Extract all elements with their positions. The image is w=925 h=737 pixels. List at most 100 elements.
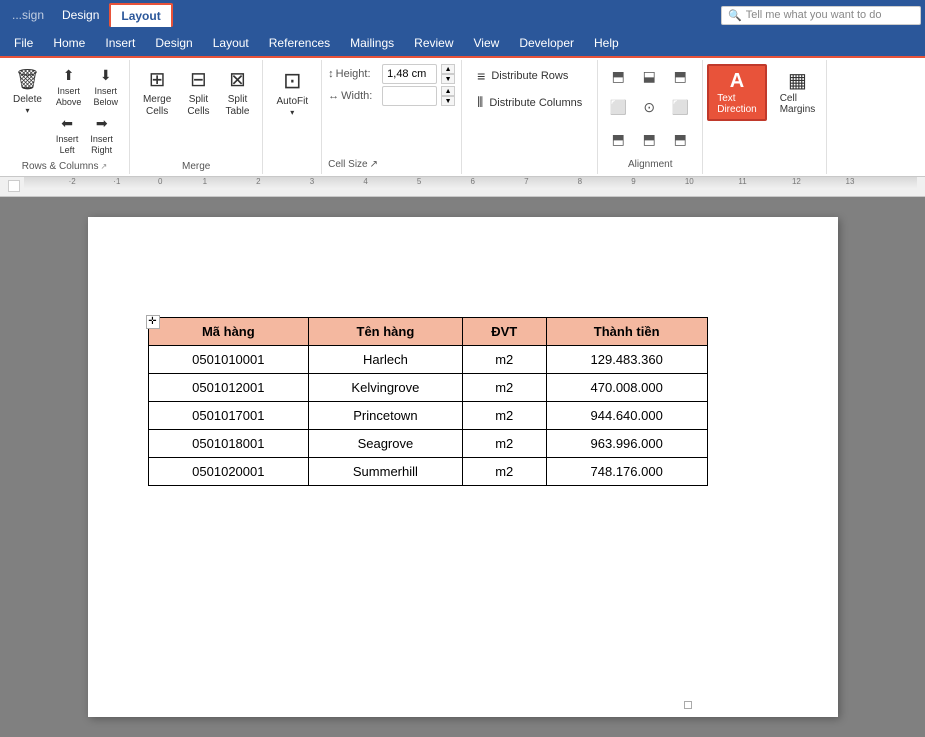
height-label: ↕ Height: <box>328 68 378 80</box>
table-cell: 0501012001 <box>148 373 309 401</box>
text-direction-group: A TextDirection ▦ CellMargins <box>703 60 827 174</box>
height-down-button[interactable]: ▼ <box>441 74 455 84</box>
table-cell: 470.008.000 <box>546 373 707 401</box>
insert-cols-group: ⬆ InsertAbove ⬇ InsertBelow ⬅ InsertLeft… <box>51 64 123 159</box>
height-up-button[interactable]: ▲ <box>441 64 455 74</box>
split-cells-button[interactable]: ⊟ SplitCells <box>180 64 216 122</box>
search-box[interactable]: 🔍 Tell me what you want to do <box>721 6 921 25</box>
tab-design-ctx[interactable]: Design <box>52 4 109 26</box>
distribute-rows-button[interactable]: ≡ Distribute Rows <box>470 64 589 88</box>
table-cell: Seagrove <box>309 429 462 457</box>
width-spinner[interactable]: ▲ ▼ <box>441 86 455 106</box>
align-bottom-left-button[interactable]: ⬒ <box>604 128 632 152</box>
menu-tab-design[interactable]: Design <box>145 32 202 54</box>
width-down-button[interactable]: ▼ <box>441 96 455 106</box>
insert-below-icon: ⬇ <box>100 67 112 84</box>
cell-size-expand-icon[interactable]: ↗ <box>370 159 378 170</box>
insert-right-icon: ➡ <box>96 115 108 132</box>
cell-margins-section: ▦ CellMargins <box>769 64 823 119</box>
align-top-left-button[interactable]: ⬒ <box>604 64 632 88</box>
merge-cells-button[interactable]: ⊞ MergeCells <box>136 64 178 122</box>
document-area: ✛ Mã hàng Tên hàng ĐVT Thành tiền 050101… <box>0 197 925 737</box>
text-direction-icon: A <box>730 70 744 93</box>
height-input[interactable] <box>382 64 437 84</box>
autofit-icon: ⊡ <box>283 68 301 94</box>
cell-margins-button[interactable]: ▦ CellMargins <box>773 64 823 119</box>
menu-tab-references[interactable]: References <box>259 32 340 54</box>
menu-tab-bar: File Home Insert Design Layout Reference… <box>0 30 925 58</box>
menu-tab-view[interactable]: View <box>464 32 510 54</box>
align-top-right-button[interactable]: ⬒ <box>666 64 694 88</box>
align-middle-center-button[interactable]: ⊙ <box>635 96 663 120</box>
insert-below-button[interactable]: ⬇ InsertBelow <box>88 64 123 110</box>
ruler: ·2 ·1 0 1 2 3 4 5 6 7 8 9 10 11 12 13 <box>0 177 925 197</box>
menu-tab-insert[interactable]: Insert <box>95 32 145 54</box>
table-move-handle[interactable]: ✛ <box>146 315 160 329</box>
menu-tab-help[interactable]: Help <box>584 32 629 54</box>
table-cell: Princetown <box>309 401 462 429</box>
table-cell: Harlech <box>309 345 462 373</box>
col-header-0: Mã hàng <box>148 317 309 345</box>
delete-button[interactable]: 🗑 Delete ▾ <box>6 64 49 119</box>
col-header-3: Thành tiền <box>546 317 707 345</box>
table-cell: Summerhill <box>309 457 462 485</box>
align-bottom-center-button[interactable]: ⬒ <box>635 128 663 152</box>
col-header-2: ĐVT <box>462 317 546 345</box>
table-header-row: Mã hàng Tên hàng ĐVT Thành tiền <box>148 317 707 345</box>
width-icon: ↔ <box>328 90 339 102</box>
document-page: ✛ Mã hàng Tên hàng ĐVT Thành tiền 050101… <box>88 217 838 717</box>
height-icon: ↕ <box>328 68 334 80</box>
distribute-rows-icon: ≡ <box>477 68 485 84</box>
merge-group: ⊞ MergeCells ⊟ SplitCells ⊠ SplitTable M… <box>130 60 264 174</box>
menu-tab-file[interactable]: File <box>4 32 43 54</box>
table-cell: 0501017001 <box>148 401 309 429</box>
width-up-button[interactable]: ▲ <box>441 86 455 96</box>
insert-left-button[interactable]: ⬅ InsertLeft <box>51 112 84 158</box>
col-header-1: Tên hàng <box>309 317 462 345</box>
text-direction-button[interactable]: A TextDirection <box>707 64 766 121</box>
table-row: 0501010001Harlechm2129.483.360 <box>148 345 707 373</box>
table-cell: m2 <box>462 457 546 485</box>
table-cell: m2 <box>462 401 546 429</box>
table-resize-handle[interactable] <box>684 701 692 709</box>
table-cell: Kelvingrove <box>309 373 462 401</box>
menu-tab-developer[interactable]: Developer <box>509 32 584 54</box>
insert-right-button[interactable]: ➡ InsertRight <box>85 112 118 158</box>
rows-cols-expand-icon[interactable]: ↗ <box>100 162 107 171</box>
merge-buttons: ⊞ MergeCells ⊟ SplitCells ⊠ SplitTable <box>136 64 257 159</box>
table-row: 0501020001Summerhillm2748.176.000 <box>148 457 707 485</box>
merge-title: Merge <box>182 159 210 172</box>
delete-icon: 🗑 <box>15 68 40 92</box>
align-bottom-right-button[interactable]: ⬒ <box>666 128 694 152</box>
app-name: ...sign <box>4 8 52 22</box>
align-top-center-button[interactable]: ⬓ <box>635 64 663 88</box>
cell-size-group: ↕ Height: ▲ ▼ ↔ Width: ▲ ▼ Cell Size ↗ <box>322 60 462 174</box>
table-row: 0501018001Seagrovem2963.996.000 <box>148 429 707 457</box>
tab-layout-ctx[interactable]: Layout <box>109 3 172 27</box>
merge-cells-icon: ⊞ <box>149 68 166 92</box>
menu-tab-home[interactable]: Home <box>43 32 95 54</box>
insert-bottom-row: ⬅ InsertLeft ➡ InsertRight <box>51 112 123 158</box>
insert-above-icon: ⬆ <box>63 67 75 84</box>
menu-tab-mailings[interactable]: Mailings <box>340 32 404 54</box>
menu-tab-layout[interactable]: Layout <box>203 32 259 54</box>
data-table: Mã hàng Tên hàng ĐVT Thành tiền 05010100… <box>148 317 708 486</box>
split-cells-icon: ⊟ <box>190 68 207 92</box>
align-middle-right-button[interactable]: ⬜ <box>666 96 694 120</box>
table-cell: m2 <box>462 429 546 457</box>
distribute-cols-button[interactable]: ⦀ Distribute Columns <box>470 90 589 115</box>
height-spinner[interactable]: ▲ ▼ <box>441 64 455 84</box>
align-middle-left-button[interactable]: ⬜ <box>604 96 632 120</box>
autofit-dropdown-arrow: ▾ <box>290 108 294 117</box>
split-table-button[interactable]: ⊠ SplitTable <box>219 64 257 122</box>
width-input[interactable] <box>382 86 437 106</box>
table-row: 0501012001Kelvingrovem2470.008.000 <box>148 373 707 401</box>
autofit-buttons: ⊡ AutoFit ▾ <box>269 64 315 170</box>
insert-above-button[interactable]: ⬆ InsertAbove <box>51 64 87 110</box>
menu-tab-review[interactable]: Review <box>404 32 463 54</box>
tab-bar: ...sign Design Layout 🔍 Tell me what you… <box>0 0 925 30</box>
table-cell: 0501010001 <box>148 345 309 373</box>
autofit-group: ⊡ AutoFit ▾ <box>263 60 322 174</box>
distribute-group: ≡ Distribute Rows ⦀ Distribute Columns <box>462 60 598 174</box>
autofit-button[interactable]: ⊡ AutoFit ▾ <box>269 64 315 121</box>
